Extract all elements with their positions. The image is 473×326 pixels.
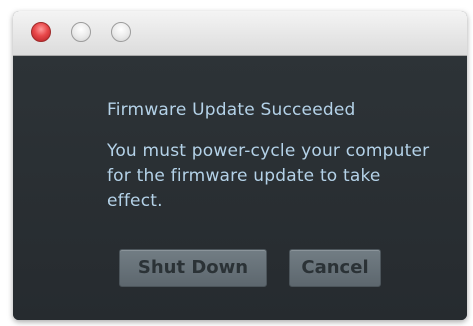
dialog-content: Firmware Update Succeeded You must power… <box>13 56 467 320</box>
cancel-button[interactable]: Cancel <box>289 249 381 287</box>
dialog-window: Firmware Update Succeeded You must power… <box>13 11 467 320</box>
minimize-window-button[interactable] <box>71 22 91 42</box>
dialog-title: Firmware Update Succeeded <box>107 100 356 120</box>
shut-down-button[interactable]: Shut Down <box>119 249 267 287</box>
zoom-window-button[interactable] <box>111 22 131 42</box>
close-window-button[interactable] <box>31 22 51 42</box>
title-bar[interactable] <box>13 11 467 56</box>
dialog-message: You must power-cycle your computer for t… <box>107 141 430 211</box>
